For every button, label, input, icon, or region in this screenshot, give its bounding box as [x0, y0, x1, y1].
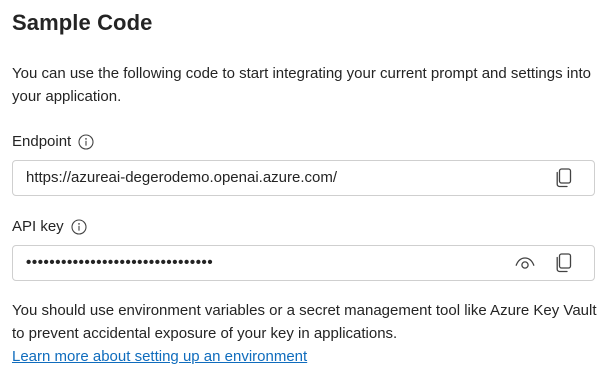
security-note: You should use environment variables or …	[12, 302, 597, 342]
intro-text: You can use the following code to start …	[12, 65, 591, 105]
section-title: Sample Code	[12, 10, 153, 35]
sample-code-panel: Sample Code You can use the following co…	[0, 0, 607, 374]
endpoint-field[interactable]: https://azureai-degerodemo.openai.azure.…	[12, 160, 595, 196]
endpoint-value[interactable]: https://azureai-degerodemo.openai.azure.…	[26, 161, 337, 195]
api-key-label-row: API key	[12, 218, 87, 235]
info-icon[interactable]	[78, 133, 94, 150]
learn-more-link[interactable]: Learn more about setting up an environme…	[12, 345, 307, 368]
copy-icon[interactable]	[552, 166, 576, 190]
endpoint-label: Endpoint	[12, 133, 72, 150]
endpoint-label-row: Endpoint	[12, 133, 94, 150]
eye-icon[interactable]	[513, 251, 537, 275]
api-key-value[interactable]: ••••••••••••••••••••••••••••••••	[26, 246, 213, 280]
copy-icon[interactable]	[552, 251, 576, 275]
info-icon[interactable]	[71, 218, 87, 235]
api-key-field[interactable]: ••••••••••••••••••••••••••••••••	[12, 245, 595, 281]
api-key-label: API key	[12, 218, 64, 235]
